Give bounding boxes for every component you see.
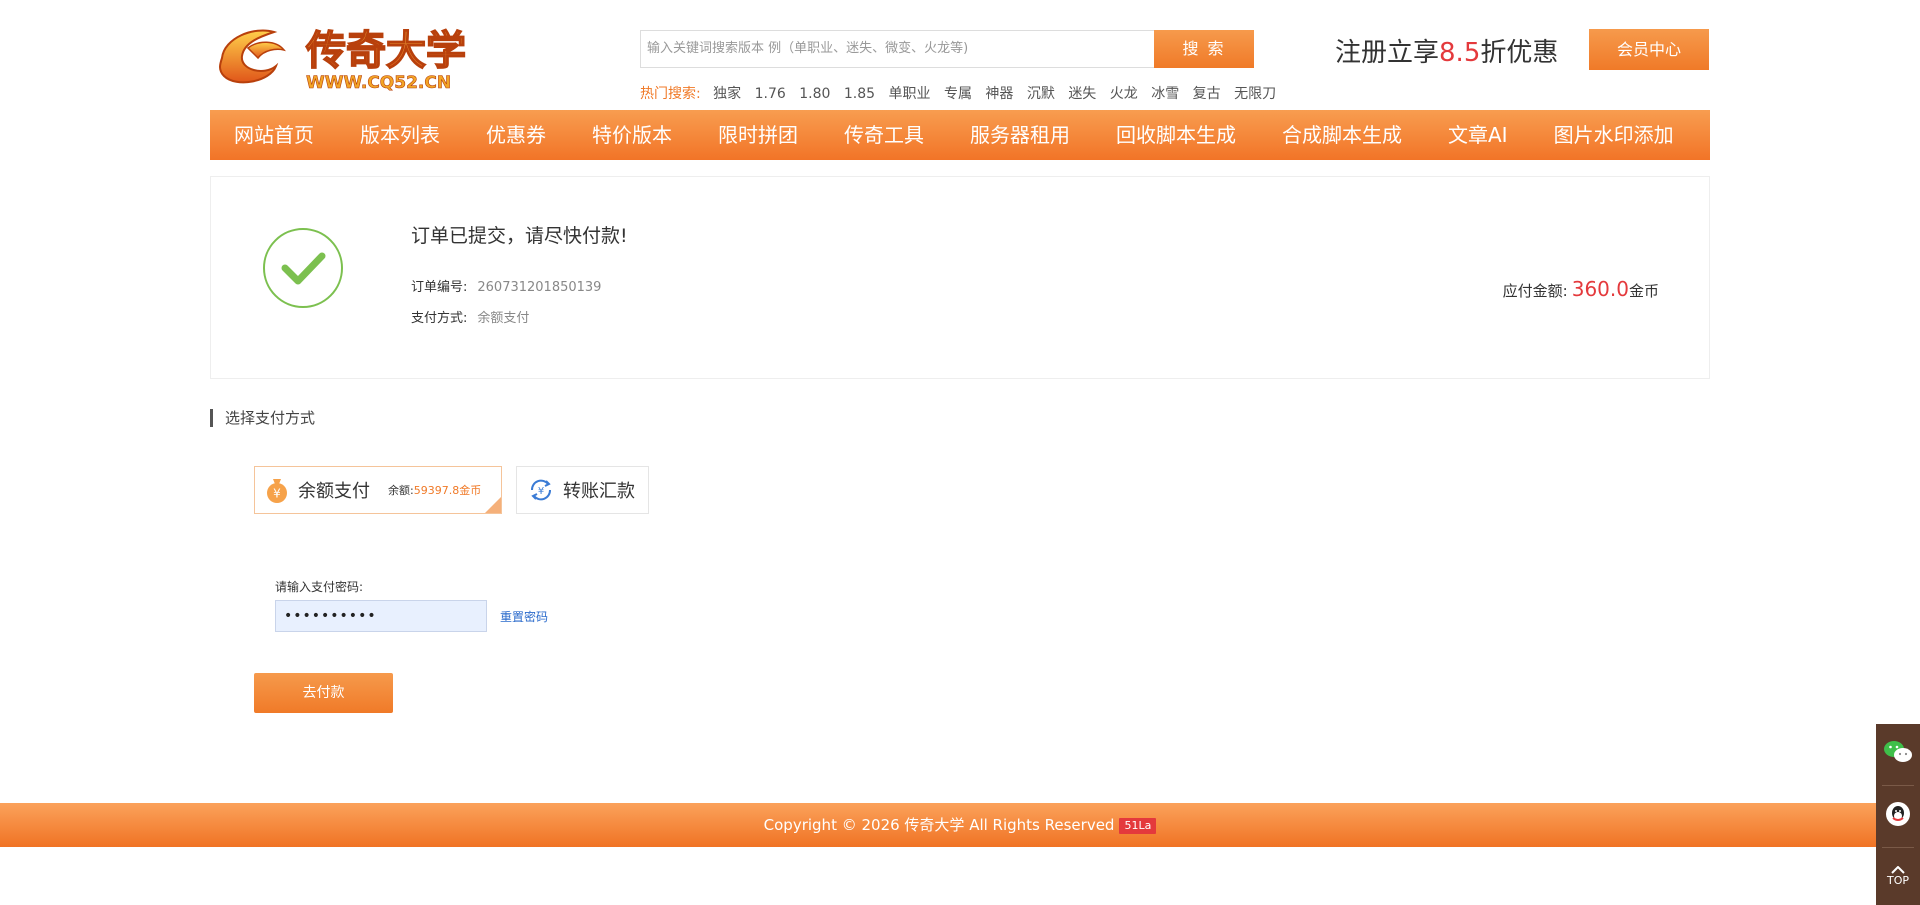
amount-unit: 金币 [1628,282,1659,300]
footer: Copyright © 2026 传奇大学 All Rights Reserve… [0,803,1920,847]
svg-text:¥: ¥ [273,487,281,501]
amount-value: 360.0 [1571,277,1629,301]
balance-label: 余额: [388,484,414,497]
site-logo[interactable]: 传奇大学 WWW.CQ52.CN [214,18,476,94]
register-promo: 注册立享8.5折优惠 [1335,32,1558,69]
section-title: 选择支付方式 [210,409,315,427]
nav-item-specials[interactable]: 特价版本 [569,110,695,160]
promo-suffix: 折优惠 [1480,38,1559,68]
nav-item-server-rental[interactable]: 服务器租用 [947,110,1093,160]
nav-item-tools[interactable]: 传奇工具 [821,110,947,160]
amount-due: 应付金额: 360.0金币 [1503,277,1659,301]
top-label: TOP [1886,873,1909,887]
payment-method-row: 支付方式: 余额支付 [411,307,529,326]
search-input[interactable]: 输入关键词搜索版本 例（单职业、迷失、微变、火龙等) [640,30,1154,68]
balance-value: 59397.8金币 [413,484,482,497]
payment-method-value: 余额支付 [477,311,530,326]
nav-item-compose-script[interactable]: 合成脚本生成 [1259,110,1425,160]
payment-password-input[interactable]: •••••••••• [275,600,487,632]
nav-item-watermark[interactable]: 图片水印添加 [1531,110,1697,160]
nav-item-article-ai[interactable]: 文章AI [1425,110,1531,160]
amount-label: 应付金额: [1502,282,1568,300]
password-label: 请输入支付密码: [275,580,364,594]
hot-search-label: 热门搜索: [640,86,701,102]
stats-badge[interactable]: 51La [1119,818,1157,834]
reset-password-link[interactable]: 重置密码 [500,608,548,625]
hot-search-item[interactable]: 冰雪 [1151,86,1179,102]
order-number-row: 订单编号: 260731201850139 [411,276,601,295]
nav-item-versions[interactable]: 版本列表 [337,110,463,160]
nav-item-group-buy[interactable]: 限时拼团 [695,110,821,160]
order-number-label: 订单编号: [411,280,468,295]
copyright-text: Copyright © 2026 传奇大学 All Rights Reserve… [763,816,1115,834]
hot-search-item[interactable]: 独家 [713,86,741,102]
success-check-icon [263,228,343,308]
order-summary: 订单已提交，请尽快付款! 订单编号: 260731201850139 支付方式: 余… [210,176,1710,379]
side-float-bar: TOP [1876,724,1920,905]
hot-search-item[interactable]: 火龙 [1110,86,1138,102]
search-button[interactable]: 搜 索 [1154,30,1254,68]
wechat-icon [1882,738,1914,766]
hot-search-item[interactable]: 1.76 [755,86,786,102]
pay-now-button[interactable]: 去付款 [254,673,393,713]
wechat-button[interactable] [1876,724,1920,780]
back-to-top-button[interactable]: TOP [1876,848,1920,904]
svg-text:传奇大学: 传奇大学 [305,28,466,74]
hot-search-item[interactable]: 1.80 [799,86,830,102]
hot-search-item[interactable]: 1.85 [844,86,875,102]
promo-prefix: 注册立享 [1335,38,1440,68]
main-nav: 网站首页 版本列表 优惠券 特价版本 限时拼团 传奇工具 服务器租用 回收脚本生… [210,110,1710,160]
hot-search-item[interactable]: 神器 [985,86,1013,102]
qq-icon [1884,800,1912,828]
money-bag-icon: ¥ [264,476,290,504]
hot-search-item[interactable]: 无限刀 [1234,86,1276,102]
order-title: 订单已提交，请尽快付款! [411,225,628,247]
hot-search-bar: 热门搜索: 独家 1.76 1.80 1.85 单职业 专属 神器 沉默 迷失 … [640,83,1285,103]
nav-item-home[interactable]: 网站首页 [210,110,337,160]
svg-text:¥: ¥ [538,486,544,497]
nav-item-recycle-script[interactable]: 回收脚本生成 [1093,110,1259,160]
balance-pay-label: 余额支付 [298,481,370,502]
hot-search-item[interactable]: 单职业 [889,86,931,102]
qq-button[interactable] [1876,786,1920,842]
promo-discount: 8.5 [1439,38,1481,68]
hot-search-item[interactable]: 专属 [944,86,972,102]
transfer-pay-label: 转账汇款 [563,481,635,502]
selected-corner-icon [485,497,501,513]
balance-pay-option[interactable]: ¥ 余额支付 余额: 59397.8金币 [254,466,502,514]
arrow-up-icon [1891,865,1905,874]
hot-search-item[interactable]: 迷失 [1068,86,1096,102]
transfer-icon: ¥ [527,476,555,504]
transfer-pay-option[interactable]: ¥ 转账汇款 [516,466,649,514]
member-center-button[interactable]: 会员中心 [1589,29,1709,70]
payment-method-label: 支付方式: [411,311,468,326]
nav-item-coupons[interactable]: 优惠券 [463,110,569,160]
svg-text:WWW.CQ52.CN: WWW.CQ52.CN [306,73,451,93]
hot-search-item[interactable]: 沉默 [1027,86,1055,102]
hot-search-item[interactable]: 复古 [1193,86,1221,102]
order-number-value: 260731201850139 [477,280,602,295]
